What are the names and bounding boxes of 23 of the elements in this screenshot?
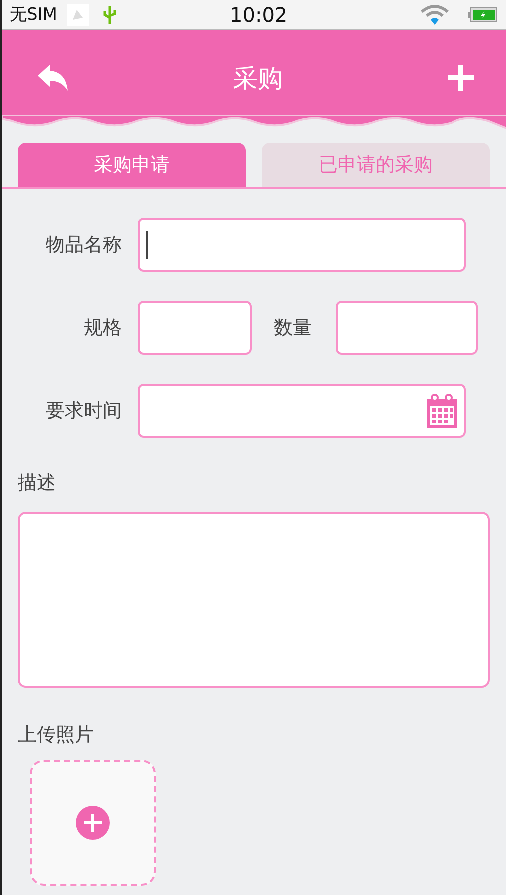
tab[interactable]: 已申请的采购 [262, 143, 490, 187]
add-icon[interactable] [446, 63, 476, 93]
section-label: 描述 [18, 471, 57, 496]
tab[interactable]: 采购申请 [18, 143, 246, 187]
field-label: 物品名称 [45, 233, 122, 258]
add-icon [76, 806, 110, 840]
calendar-icon[interactable] [426, 393, 458, 429]
field-label: 数量 [273, 316, 313, 341]
description-field[interactable] [18, 512, 490, 688]
photo-upload-button[interactable] [30, 760, 156, 886]
field-label: 要求时间 [45, 399, 122, 424]
back-icon[interactable] [38, 64, 70, 92]
carrier-text: 无SIM [10, 4, 58, 26]
input-field[interactable] [138, 301, 252, 355]
battery-icon [468, 6, 498, 22]
clock-time: 10:02 [230, 2, 288, 26]
section-label: 上传照片 [18, 723, 95, 748]
wifi-icon [420, 4, 450, 26]
input-field[interactable] [138, 218, 466, 272]
page-title: 采购 [233, 62, 283, 94]
input-field[interactable] [336, 301, 478, 355]
date-field[interactable] [138, 384, 466, 438]
field-label: 规格 [83, 316, 122, 341]
